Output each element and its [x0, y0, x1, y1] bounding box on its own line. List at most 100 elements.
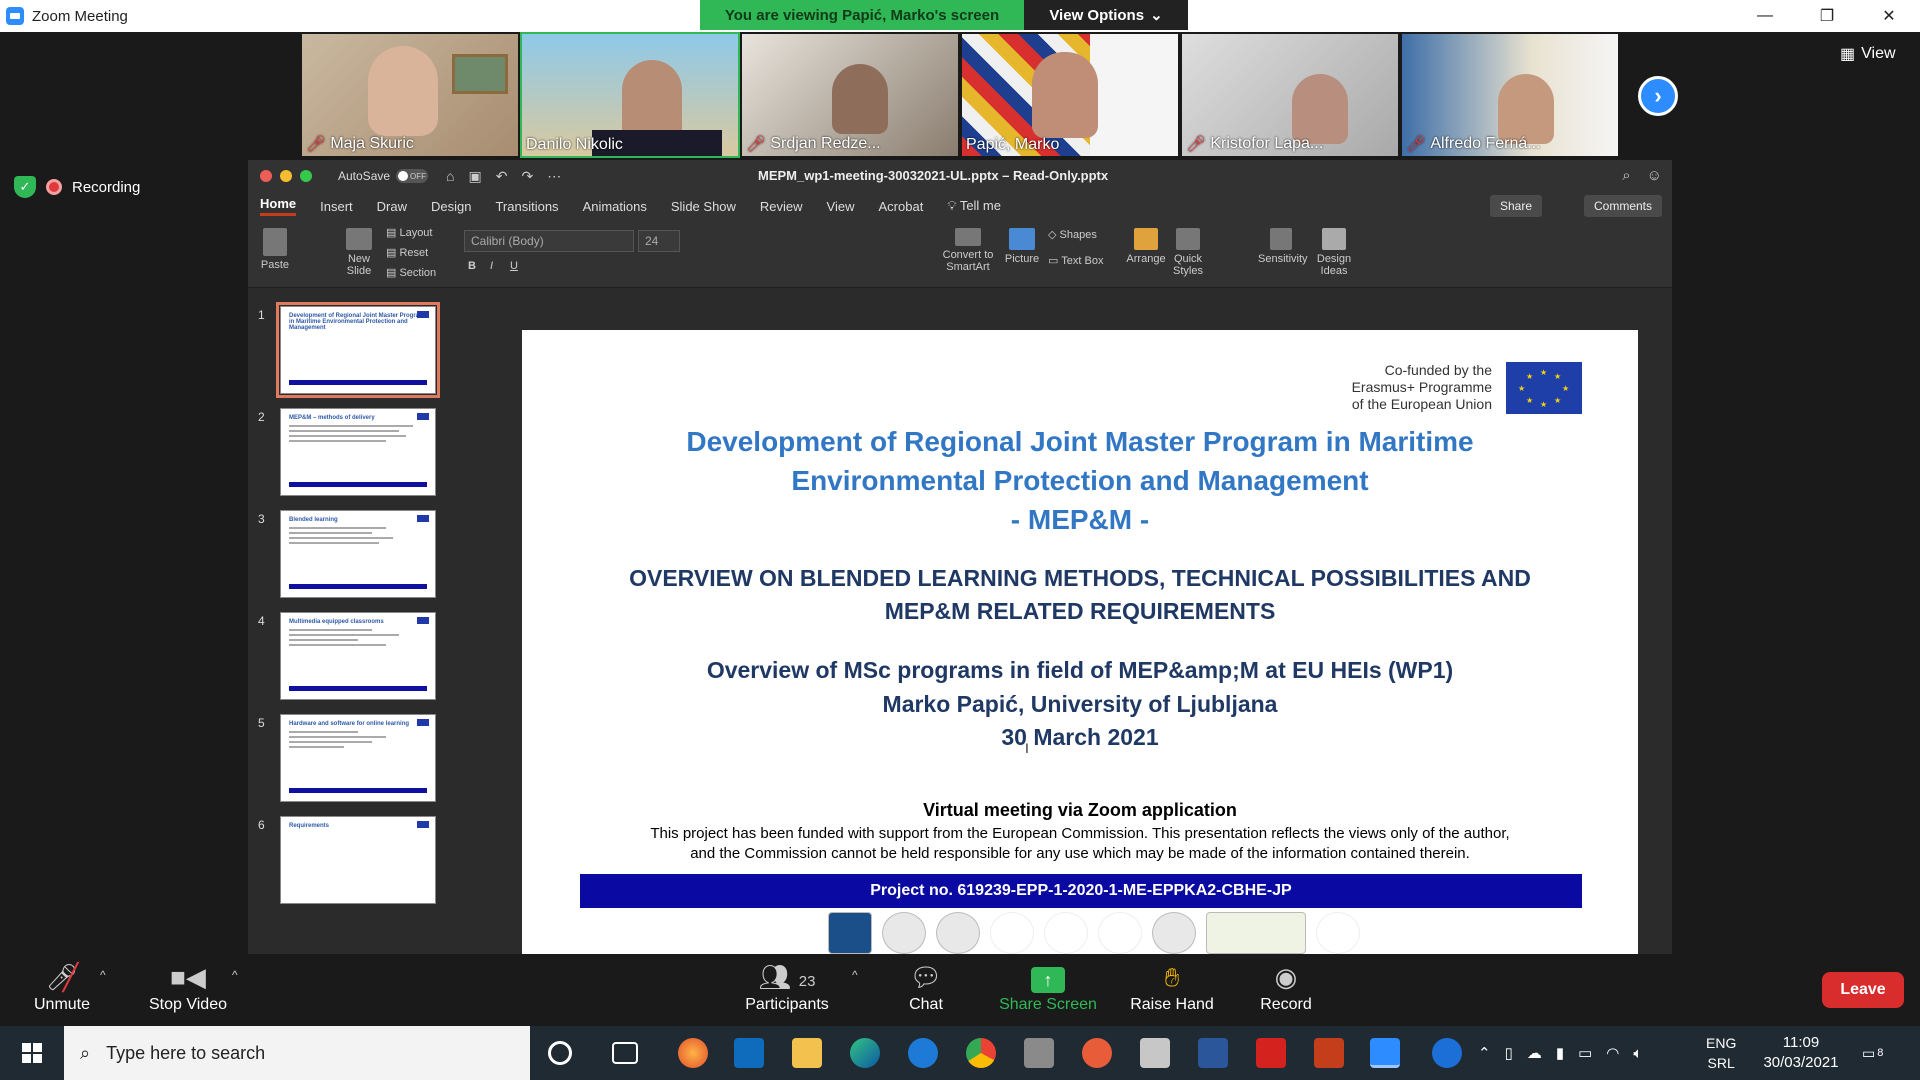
app-icon[interactable] — [1082, 1038, 1112, 1068]
reset-button[interactable]: ▤ Reset — [386, 246, 428, 259]
clock[interactable]: 11:09 30/03/2021 — [1756, 1026, 1846, 1080]
participants-options-caret[interactable]: ^ — [852, 968, 858, 982]
picture-button[interactable]: Picture — [1004, 228, 1040, 265]
design-ideas-button[interactable]: Design Ideas — [1314, 228, 1354, 277]
save-icon[interactable]: ▣ — [469, 168, 482, 185]
tab-acrobat[interactable]: Acrobat — [879, 199, 924, 214]
wifi-icon[interactable]: ◠ — [1606, 1044, 1619, 1062]
smiley-icon[interactable]: ☺ — [1647, 167, 1662, 184]
tab-transitions[interactable]: Transitions — [495, 199, 558, 214]
share-button[interactable]: Share — [1489, 195, 1542, 217]
participant-tile[interactable]: 🎤︎ Kristofor Lapa... — [1182, 34, 1398, 156]
help-icon[interactable] — [1432, 1038, 1462, 1068]
firefox-icon[interactable] — [678, 1038, 708, 1068]
thumbnail-row[interactable]: 1 Development of Regional Joint Master P… — [248, 302, 470, 406]
participant-tile[interactable]: 🎤︎ Alfredo Ferná... — [1402, 34, 1618, 156]
task-view-icon[interactable] — [612, 1042, 638, 1064]
autosave-toggle[interactable]: AutoSave OFF — [338, 169, 429, 183]
language-indicator[interactable]: ENG SRL — [1706, 1026, 1736, 1080]
close-window-icon[interactable] — [260, 170, 272, 182]
next-page-button[interactable]: › — [1638, 76, 1678, 116]
convert-smartart-button[interactable]: Convert to SmartArt — [938, 228, 998, 273]
layout-button[interactable]: ▤ Layout — [386, 226, 432, 239]
powerpoint-icon[interactable] — [1314, 1038, 1344, 1068]
leave-button[interactable]: Leave — [1822, 972, 1904, 1008]
slide-thumbnail[interactable]: MEP&M – methods of delivery — [280, 408, 436, 496]
slide-thumbnail[interactable]: Multimedia equipped classrooms — [280, 612, 436, 700]
more-icon[interactable]: ⋯ — [547, 168, 561, 185]
video-options-caret[interactable]: ^ — [232, 968, 238, 982]
view-button[interactable]: ▦ View — [1840, 44, 1896, 64]
home-icon[interactable]: ⌂ — [446, 168, 454, 185]
tab-review[interactable]: Review — [760, 199, 803, 214]
section-button[interactable]: ▤ Section — [386, 266, 436, 279]
tab-home[interactable]: Home — [260, 196, 297, 216]
restore-button[interactable]: ❐ — [1796, 0, 1858, 32]
tab-tell-me[interactable]: 💡︎ Tell me — [947, 198, 1001, 214]
arrange-button[interactable]: Arrange — [1126, 228, 1166, 265]
font-size-select[interactable]: 24 — [638, 230, 680, 252]
bold-button[interactable]: B — [468, 260, 476, 272]
new-slide-button[interactable]: New Slide — [342, 228, 376, 277]
thumbnail-row[interactable]: 3 Blended learning — [248, 510, 470, 610]
usb-icon[interactable]: ▮ — [1556, 1044, 1564, 1062]
participant-tile[interactable]: Papić, Marko — [962, 34, 1178, 156]
slide-thumbnail[interactable]: Requirements — [280, 816, 436, 904]
slide-canvas[interactable]: Co-funded by the Erasmus+ Programme of t… — [522, 330, 1638, 960]
tab-insert[interactable]: Insert — [320, 199, 353, 214]
thumbnail-row[interactable]: 6 Requirements — [248, 816, 470, 916]
font-family-select[interactable]: Calibri (Body) — [464, 230, 634, 252]
maximize-window-icon[interactable] — [300, 170, 312, 182]
sensitivity-button[interactable]: Sensitivity — [1258, 228, 1308, 265]
comments-button[interactable]: Comments — [1583, 195, 1662, 217]
raise-hand-button[interactable]: ✋︎ Raise Hand — [1124, 962, 1220, 1014]
slide-thumbnail[interactable]: Hardware and software for online learnin… — [280, 714, 436, 802]
text-box-button[interactable]: ▭ Text Box — [1048, 254, 1103, 267]
search-icon[interactable]: ⌕ — [1622, 167, 1630, 184]
volume-icon[interactable]: 🔈︎ — [1633, 1045, 1642, 1062]
tab-animations[interactable]: Animations — [583, 199, 647, 214]
calculator-icon[interactable] — [1024, 1038, 1054, 1068]
notifications-button[interactable]: ▭ 8 — [1862, 1026, 1883, 1080]
edge-icon[interactable] — [850, 1038, 880, 1068]
quick-styles-button[interactable]: Quick Styles — [1170, 228, 1206, 277]
chrome-icon[interactable] — [966, 1038, 996, 1068]
internet-explorer-icon[interactable] — [908, 1038, 938, 1068]
battery-icon[interactable]: ▭ — [1578, 1044, 1592, 1062]
undo-icon[interactable]: ↶ — [496, 168, 508, 185]
audio-options-caret[interactable]: ^ — [100, 968, 106, 982]
stop-video-button[interactable]: ■◀︎ Stop Video — [142, 962, 234, 1014]
tab-design[interactable]: Design — [431, 199, 471, 214]
shapes-button[interactable]: ◇ Shapes — [1048, 228, 1097, 241]
start-button[interactable] — [0, 1026, 64, 1080]
zoom-app-icon[interactable] — [1370, 1038, 1400, 1068]
underline-button[interactable]: U — [510, 260, 518, 272]
tab-slide-show[interactable]: Slide Show — [671, 199, 736, 214]
chat-button[interactable]: 💬︎ Chat — [896, 962, 956, 1014]
participant-tile[interactable]: 🎤︎ Maja Skuric — [302, 34, 518, 156]
share-screen-button[interactable]: ↑ Share Screen — [998, 962, 1098, 1014]
view-options-button[interactable]: View Options ⌄ — [1024, 0, 1188, 30]
file-explorer-icon[interactable] — [792, 1038, 822, 1068]
italic-button[interactable]: I — [490, 260, 493, 272]
minimize-button[interactable]: — — [1734, 0, 1796, 32]
paste-button[interactable]: Paste — [260, 228, 290, 271]
outlook-icon[interactable] — [734, 1038, 764, 1068]
cortana-icon[interactable] — [548, 1041, 572, 1065]
close-button[interactable]: ✕ — [1858, 0, 1920, 32]
record-button[interactable]: ◉ Record — [1254, 962, 1318, 1014]
redo-icon[interactable]: ↷ — [521, 168, 533, 185]
unmute-button[interactable]: 🎤︎╱ Unmute — [22, 962, 102, 1014]
thumbnail-row[interactable]: 5 Hardware and software for online learn… — [248, 714, 470, 814]
participant-tile[interactable]: Danilo Nikolic — [520, 32, 740, 158]
slide-thumbnail[interactable]: Blended learning — [280, 510, 436, 598]
thumbnail-row[interactable]: 4 Multimedia equipped classrooms — [248, 612, 470, 712]
autosave-switch[interactable]: OFF — [396, 169, 429, 183]
tab-draw[interactable]: Draw — [377, 199, 407, 214]
device-icon[interactable]: ▯ — [1505, 1044, 1513, 1062]
tab-view[interactable]: View — [827, 199, 855, 214]
word-icon[interactable] — [1198, 1038, 1228, 1068]
acrobat-icon[interactable] — [1256, 1038, 1286, 1068]
chevron-up-icon[interactable]: ⌃ — [1478, 1044, 1491, 1062]
thumbnail-row[interactable]: 2 MEP&M – methods of delivery — [248, 408, 470, 508]
